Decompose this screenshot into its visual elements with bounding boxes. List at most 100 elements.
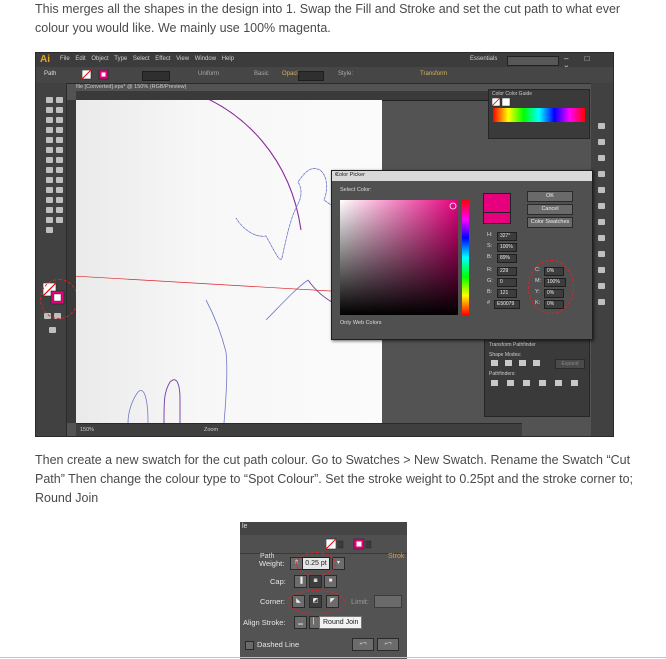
gradient-panel-icon[interactable] bbox=[598, 219, 605, 225]
brushes-panel-icon[interactable] bbox=[598, 123, 605, 129]
status-bar: 150% Zoom bbox=[76, 423, 522, 436]
artboard-tool-icon[interactable] bbox=[56, 207, 63, 213]
divide-icon[interactable] bbox=[491, 380, 498, 386]
rectangle-tool-icon[interactable] bbox=[56, 127, 63, 133]
symbols-panel-icon[interactable] bbox=[598, 139, 605, 145]
stroke-panel-screenshot: le Path Strok Weight: ⇕ 0.25 pt ▾ Cap: ▐… bbox=[240, 522, 407, 659]
shape-builder-icon[interactable] bbox=[56, 167, 63, 173]
stroke-link[interactable]: Strok bbox=[388, 553, 404, 560]
original-color-swatch[interactable] bbox=[483, 212, 511, 224]
green-field[interactable]: 0 bbox=[497, 278, 517, 287]
transparency-panel-icon[interactable] bbox=[598, 235, 605, 241]
fill-stroke-widget[interactable] bbox=[82, 70, 112, 80]
free-transform-icon[interactable] bbox=[46, 167, 53, 173]
limit-field[interactable] bbox=[374, 595, 402, 608]
rotate-icon[interactable] bbox=[56, 147, 63, 153]
round-cap-icon[interactable]: ◙ bbox=[309, 575, 322, 588]
appearance-panel-icon[interactable] bbox=[598, 171, 605, 177]
menu-items[interactable]: File Edit Object Type Select Effect View… bbox=[60, 56, 234, 62]
only-web-colors-checkbox[interactable]: Only Web Colors bbox=[340, 320, 381, 326]
panel-icon-strip bbox=[591, 83, 613, 436]
eyedropper-icon[interactable] bbox=[56, 187, 63, 193]
slice-tool-icon[interactable] bbox=[46, 217, 53, 223]
screen-mode-icon[interactable] bbox=[49, 327, 56, 333]
crop-icon[interactable] bbox=[539, 380, 546, 386]
profile-dropdown[interactable]: Uniform bbox=[198, 71, 219, 77]
graphic-styles-icon[interactable] bbox=[598, 155, 605, 161]
saturation-field[interactable]: 100% bbox=[497, 243, 517, 252]
swatches-panel-icon[interactable] bbox=[598, 251, 605, 257]
line-tool-icon[interactable] bbox=[46, 127, 53, 133]
width-tool-icon[interactable] bbox=[56, 157, 63, 163]
blend-tool-icon[interactable] bbox=[46, 197, 53, 203]
perspective-grid-icon[interactable] bbox=[46, 177, 53, 183]
color-field-marker-icon[interactable] bbox=[448, 201, 458, 211]
ok-button[interactable]: OK bbox=[527, 191, 573, 202]
pathfinder-tabs[interactable]: Transform Pathfinder bbox=[489, 342, 536, 348]
minus-front-icon[interactable] bbox=[505, 360, 512, 366]
projecting-cap-icon[interactable]: ■ bbox=[324, 575, 337, 588]
layers-panel-icon[interactable] bbox=[598, 187, 605, 193]
align-center-icon[interactable]: ▁ bbox=[294, 616, 307, 629]
brush-dropdown[interactable]: Basic bbox=[254, 71, 269, 77]
hue-field[interactable]: 327° bbox=[497, 232, 517, 241]
close-icon[interactable]: × bbox=[335, 172, 588, 178]
hex-field[interactable]: E50079 bbox=[494, 300, 520, 309]
dash-preserve-icon[interactable]: ⌐¬ bbox=[352, 638, 374, 651]
cancel-button[interactable]: Cancel bbox=[527, 204, 573, 215]
graph-tool-icon[interactable] bbox=[46, 207, 53, 213]
selection-tool-icon[interactable] bbox=[46, 97, 53, 103]
lasso-icon[interactable] bbox=[56, 107, 63, 113]
document-tab[interactable]: file [Converted].eps* @ 150% (RGB/Previe… bbox=[76, 84, 186, 90]
expand-button[interactable]: Expand bbox=[555, 359, 585, 369]
type-tool-icon[interactable] bbox=[56, 117, 63, 123]
illustrator-screenshot: Ai File Edit Object Type Select Effect V… bbox=[35, 52, 614, 437]
links-panel-icon[interactable] bbox=[598, 299, 605, 305]
dashed-line-checkbox[interactable] bbox=[245, 641, 254, 650]
butt-cap-icon[interactable]: ▐ bbox=[294, 575, 307, 588]
hue-slider[interactable] bbox=[462, 200, 469, 315]
zoom-value[interactable]: 150% bbox=[80, 427, 94, 433]
workspace-switcher[interactable]: Essentials bbox=[470, 56, 497, 62]
unite-icon[interactable] bbox=[491, 360, 498, 366]
hand-tool-icon[interactable] bbox=[56, 217, 63, 223]
color-panel-swatch-icon[interactable] bbox=[492, 98, 512, 107]
blue-field[interactable]: 121 bbox=[497, 289, 517, 298]
round-join-tooltip: Round Join bbox=[319, 616, 363, 629]
pen-tool-icon[interactable] bbox=[46, 117, 53, 123]
color-swatches-button[interactable]: Color Swatches bbox=[527, 217, 573, 228]
mesh-tool-icon[interactable] bbox=[56, 177, 63, 183]
trim-icon[interactable] bbox=[507, 380, 514, 386]
stroke-weight-field[interactable] bbox=[142, 71, 170, 81]
color-picker-titlebar[interactable]: Color Picker × bbox=[332, 171, 592, 181]
direct-selection-tool-icon[interactable] bbox=[56, 97, 63, 103]
select-color-label: Select Color: bbox=[340, 187, 372, 193]
exclude-icon[interactable] bbox=[533, 360, 540, 366]
paintbrush-icon[interactable] bbox=[46, 137, 53, 143]
style-label[interactable]: Style: bbox=[338, 71, 353, 77]
minus-back-icon[interactable] bbox=[571, 380, 578, 386]
pathfinder-panel-icon[interactable] bbox=[598, 283, 605, 289]
intersect-icon[interactable] bbox=[519, 360, 526, 366]
outline-icon[interactable] bbox=[555, 380, 562, 386]
gradient-tool-icon[interactable] bbox=[46, 187, 53, 193]
eraser-icon[interactable] bbox=[46, 147, 53, 153]
brightness-field[interactable]: 89% bbox=[497, 254, 517, 263]
color-spectrum[interactable] bbox=[493, 108, 585, 122]
red-field[interactable]: 229 bbox=[497, 267, 517, 276]
stroke-panel-icon[interactable] bbox=[598, 203, 605, 209]
symbol-sprayer-icon[interactable] bbox=[56, 197, 63, 203]
align-panel-icon[interactable] bbox=[598, 267, 605, 273]
scale-icon[interactable] bbox=[46, 157, 53, 163]
zoom-tool-icon[interactable] bbox=[46, 227, 53, 233]
color-panel-tabs[interactable]: Color Color Guide bbox=[492, 91, 532, 97]
pencil-icon[interactable] bbox=[56, 137, 63, 143]
dash-align-icon[interactable]: ⌐¬ bbox=[377, 638, 399, 651]
transform-link[interactable]: Transform bbox=[420, 71, 447, 77]
magic-wand-icon[interactable] bbox=[46, 107, 53, 113]
search-input[interactable] bbox=[507, 56, 559, 66]
color-field[interactable] bbox=[340, 200, 458, 315]
opacity-field[interactable] bbox=[298, 71, 324, 81]
merge-icon[interactable] bbox=[523, 380, 530, 386]
fill-stroke-widget[interactable] bbox=[326, 538, 386, 550]
